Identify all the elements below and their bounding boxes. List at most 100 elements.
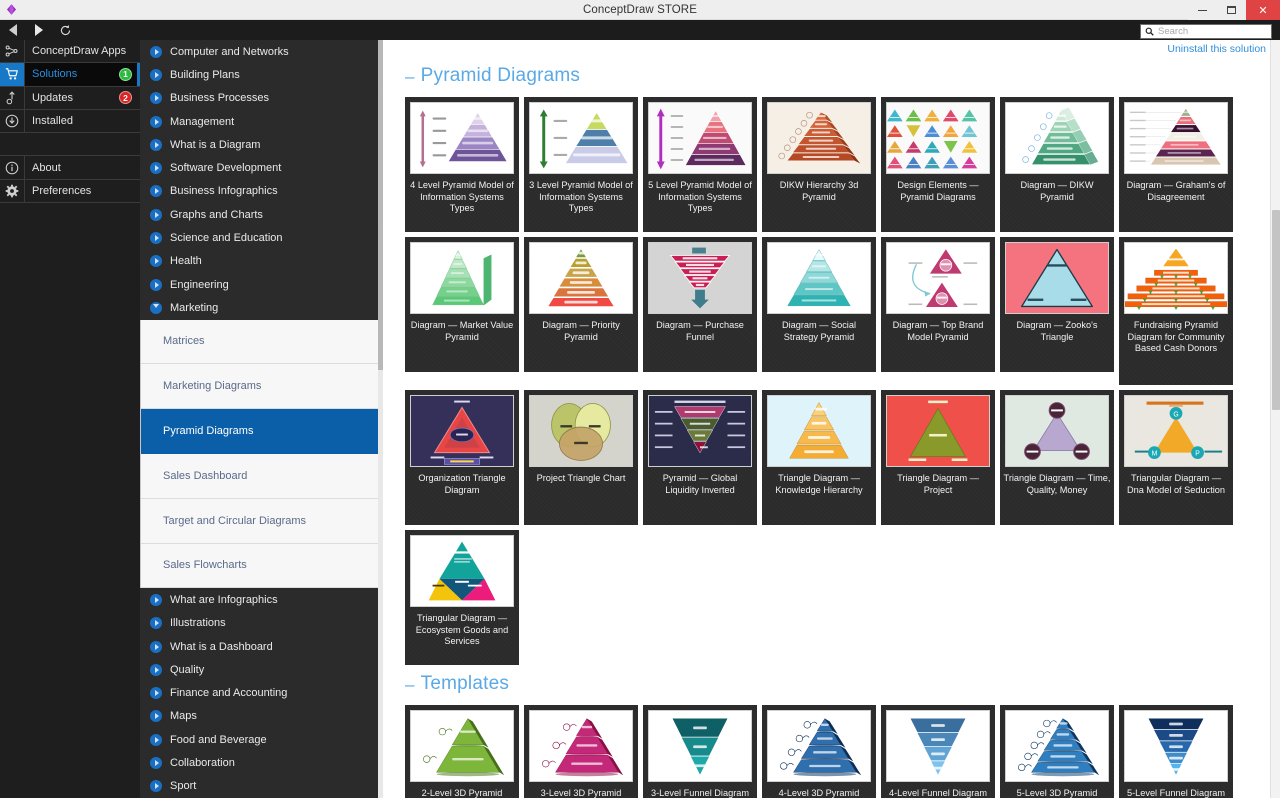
- solution-card-label: Project Triangle Chart: [536, 473, 626, 483]
- category-item-engineering[interactable]: Engineering: [140, 273, 383, 296]
- subcategory-item-sales-flowcharts[interactable]: Sales Flowcharts: [141, 543, 383, 589]
- category-item-label: Finance and Accounting: [170, 687, 288, 700]
- chevron-right-icon: [35, 24, 43, 36]
- subcategory-item-matrices[interactable]: Matrices: [141, 319, 383, 365]
- solution-card[interactable]: DIKW Hierarchy 3d Pyramid: [762, 97, 876, 232]
- sidebar-item-label: Updates: [32, 91, 73, 104]
- solution-card-label: 3 Level Pyramid Model of Information Sys…: [529, 180, 633, 213]
- category-item-building-plans[interactable]: Building Plans: [140, 63, 383, 86]
- solution-card[interactable]: Diagram — Market Value Pyramid: [405, 237, 519, 372]
- category-item-management[interactable]: Management: [140, 110, 383, 133]
- sidebar-item-updates[interactable]: Updates 2: [0, 86, 140, 110]
- section-header-pyramid-diagrams[interactable]: – Pyramid Diagrams: [405, 57, 1258, 97]
- solution-card[interactable]: 4-Level Funnel Diagram: [881, 705, 995, 798]
- category-item-graphs-and-charts[interactable]: Graphs and Charts: [140, 203, 383, 226]
- solution-card[interactable]: Diagram — Priority Pyramid: [524, 237, 638, 372]
- close-button[interactable]: ✕: [1246, 0, 1280, 20]
- solution-card[interactable]: Organization Triangle Diagram: [405, 390, 519, 525]
- solution-card[interactable]: 3 Level Pyramid Model of Information Sys…: [524, 97, 638, 232]
- solution-card[interactable]: 4 Level Pyramid Model of Information Sys…: [405, 97, 519, 232]
- category-item-finance-and-accounting[interactable]: Finance and Accounting: [140, 682, 383, 705]
- solution-card[interactable]: Pyramid — Global Liquidity Inverted: [643, 390, 757, 525]
- solution-card[interactable]: Triangular Diagram — Ecosystem Goods and…: [405, 530, 519, 665]
- solution-card[interactable]: 3-Level Funnel Diagram: [643, 705, 757, 798]
- chevron-right-icon: [150, 68, 162, 81]
- solution-card[interactable]: 5-Level 3D Pyramid Diagram: [1000, 705, 1114, 798]
- category-item-food-and-beverage[interactable]: Food and Beverage: [140, 728, 383, 751]
- category-item-label: Business Infographics: [170, 185, 278, 198]
- uninstall-solution-link[interactable]: Uninstall this solution: [1167, 43, 1266, 55]
- back-button[interactable]: [6, 23, 20, 37]
- main-scrollbar-thumb[interactable]: [1272, 210, 1280, 410]
- sidebar-item-solutions[interactable]: Solutions 1: [0, 63, 140, 87]
- sidebar-item-installed[interactable]: Installed: [0, 109, 140, 134]
- solution-card[interactable]: Diagram — Graham's of Disagreement: [1119, 97, 1233, 232]
- sidebar-item-label: About: [32, 161, 61, 174]
- apps-icon: [0, 40, 25, 63]
- forward-button[interactable]: [32, 23, 46, 37]
- category-item-marketing[interactable]: Marketing: [140, 296, 383, 319]
- section-header-templates[interactable]: – Templates: [405, 665, 1258, 705]
- solution-card[interactable]: Diagram — DIKW Pyramid: [1000, 97, 1114, 232]
- subcategory-item-pyramid-diagrams[interactable]: Pyramid Diagrams: [141, 409, 383, 454]
- solution-card[interactable]: 4-Level 3D Pyramid Diagram: [762, 705, 876, 798]
- category-item-what-is-a-dashboard[interactable]: What is a Dashboard: [140, 635, 383, 658]
- maximize-button[interactable]: [1217, 0, 1246, 20]
- chevron-right-icon: [150, 138, 162, 151]
- category-item-sport[interactable]: Sport: [140, 775, 383, 798]
- main-scrollbar[interactable]: [1270, 40, 1280, 798]
- status-badge: 1: [119, 67, 132, 81]
- solution-card[interactable]: 5 Level Pyramid Model of Information Sys…: [643, 97, 757, 232]
- subcategory-item-target-and-circular-diagrams[interactable]: Target and Circular Diagrams: [141, 498, 383, 544]
- solution-card[interactable]: Project Triangle Chart: [524, 390, 638, 525]
- category-item-maps[interactable]: Maps: [140, 705, 383, 728]
- category-item-software-development[interactable]: Software Development: [140, 156, 383, 179]
- solution-thumbnail-elements-grid: [886, 102, 990, 174]
- solution-card[interactable]: Diagram — Top Brand Model Pyramid: [881, 237, 995, 372]
- sidebar-item-about[interactable]: About: [0, 156, 140, 180]
- subcategory-item-sales-dashboard[interactable]: Sales Dashboard: [141, 453, 383, 499]
- category-item-what-is-a-diagram[interactable]: What is a Diagram: [140, 133, 383, 156]
- category-item-illustrations[interactable]: Illustrations: [140, 612, 383, 635]
- solution-card[interactable]: G M P Triangular Diagram — Dna Model of …: [1119, 390, 1233, 525]
- collapse-toggle-icon[interactable]: –: [405, 676, 415, 693]
- category-item-business-processes[interactable]: Business Processes: [140, 87, 383, 110]
- solution-content-scroll-area: – Pyramid Diagrams 4 Level Pyramid Model o…: [383, 57, 1280, 798]
- solution-card[interactable]: Triangle Diagram — Project: [881, 390, 995, 525]
- cart-icon: [0, 63, 25, 86]
- solution-card[interactable]: 5-Level Funnel Diagram: [1119, 705, 1233, 798]
- solution-thumbnail-tpl-funnel3-teal: [648, 710, 752, 782]
- sidebar-item-conceptdraw-apps[interactable]: ConceptDraw Apps: [0, 40, 140, 64]
- minimize-button[interactable]: [1188, 0, 1217, 20]
- category-item-health[interactable]: Health: [140, 250, 383, 273]
- solution-card[interactable]: Diagram — Zooko's Triangle: [1000, 237, 1114, 372]
- solution-card[interactable]: Triangle Diagram — Time, Quality, Money: [1000, 390, 1114, 525]
- solution-card[interactable]: 3-Level 3D Pyramid Diagram: [524, 705, 638, 798]
- category-item-quality[interactable]: Quality: [140, 658, 383, 681]
- sidebar-item-preferences[interactable]: Preferences: [0, 179, 140, 204]
- chevron-right-icon: [150, 115, 162, 128]
- subcategory-item-marketing-diagrams[interactable]: Marketing Diagrams: [141, 364, 383, 410]
- subcategory-item-label: Pyramid Diagrams: [163, 425, 254, 438]
- svg-text:P: P: [1195, 451, 1200, 458]
- solution-card[interactable]: Design Elements — Pyramid Diagrams: [881, 97, 995, 232]
- solution-card[interactable]: Fundraising Pyramid Diagram for Communit…: [1119, 237, 1233, 385]
- category-item-label: What is a Dashboard: [170, 640, 273, 653]
- solution-card[interactable]: Triangle Diagram — Knowledge Hierarchy: [762, 390, 876, 525]
- category-item-what-are-infographics[interactable]: What are Infographics: [140, 588, 383, 611]
- uninstall-bar: Uninstall this solution: [383, 40, 1280, 57]
- category-item-collaboration[interactable]: Collaboration: [140, 751, 383, 774]
- reload-button[interactable]: [58, 23, 72, 37]
- category-item-business-infographics[interactable]: Business Infographics: [140, 180, 383, 203]
- solution-card[interactable]: Diagram — Purchase Funnel: [643, 237, 757, 372]
- window-controls: ✕: [1188, 0, 1280, 20]
- search-input[interactable]: [1158, 26, 1267, 37]
- subcategory-item-label: Sales Flowcharts: [163, 559, 247, 572]
- solution-card[interactable]: Diagram — Social Strategy Pyramid: [762, 237, 876, 372]
- category-item-science-and-education[interactable]: Science and Education: [140, 226, 383, 249]
- solution-card[interactable]: 2-Level 3D Pyramid Diagram: [405, 705, 519, 798]
- category-item-computer-and-networks[interactable]: Computer and Networks: [140, 40, 383, 63]
- search-box[interactable]: [1140, 24, 1272, 39]
- collapse-toggle-icon[interactable]: –: [405, 68, 415, 85]
- chevron-right-icon: [150, 278, 162, 291]
